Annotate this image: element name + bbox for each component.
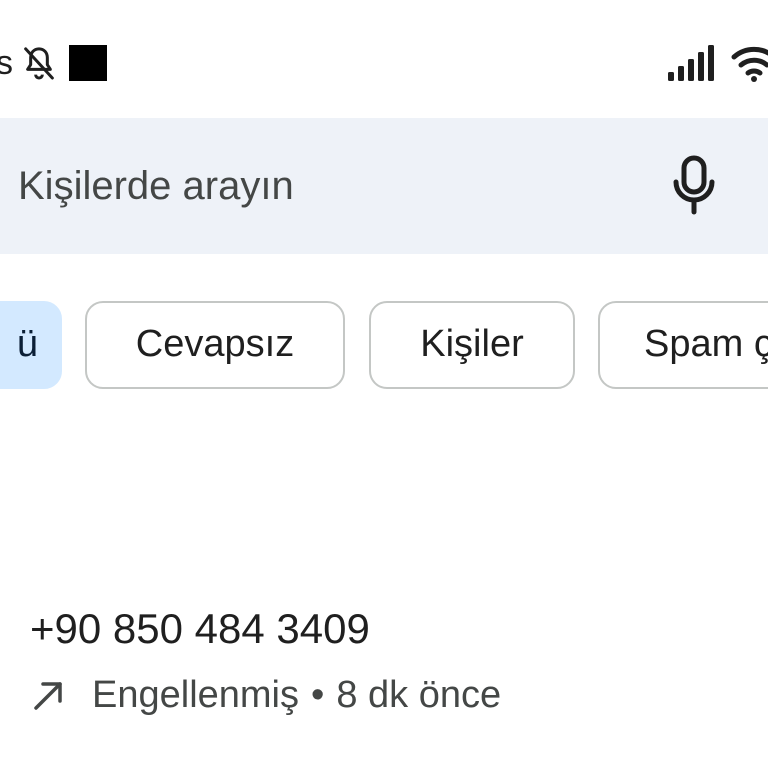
meta-separator: • <box>311 673 325 716</box>
call-status: Engellenmiş <box>92 673 299 716</box>
status-text: s <box>0 44 13 82</box>
chip-spam[interactable]: Spam ç <box>598 301 768 389</box>
bell-off-icon <box>24 47 54 80</box>
chip-contacts[interactable]: Kişiler <box>369 301 575 389</box>
phone-screen: s Kişilerde arayın ü Cevapsız Kişiler Sp… <box>0 0 768 768</box>
search-input[interactable]: Kişilerde arayın <box>18 118 294 254</box>
status-bar-left: s <box>0 38 107 88</box>
call-meta: Engellenmiş • 8 dk önce <box>30 670 501 720</box>
wifi-icon <box>731 46 768 82</box>
outgoing-arrow-icon <box>34 682 62 710</box>
search-bar[interactable]: Kişilerde arayın <box>0 118 768 254</box>
mic-icon[interactable] <box>668 154 720 218</box>
chip-missed[interactable]: Cevapsız <box>85 301 345 389</box>
chip-all[interactable]: ü <box>0 301 62 389</box>
notification-square-icon <box>69 45 107 81</box>
status-bar-right <box>668 38 768 88</box>
call-log-row[interactable]: +90 850 484 3409 Engellenmiş • 8 dk önce <box>0 590 768 730</box>
signal-icon <box>668 45 714 81</box>
status-bar: s <box>0 0 768 110</box>
call-time: 8 dk önce <box>336 673 502 716</box>
call-number: +90 850 484 3409 <box>30 605 370 652</box>
